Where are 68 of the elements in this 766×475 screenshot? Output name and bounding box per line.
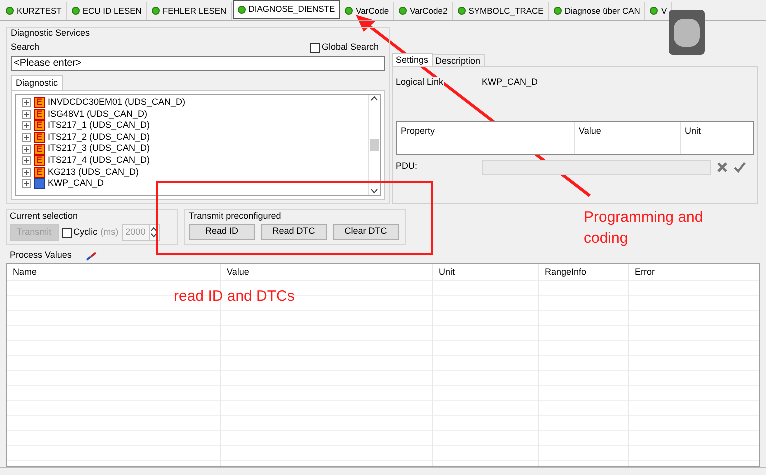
expand-icon[interactable] [22, 168, 31, 177]
ecu-badge: E [34, 108, 45, 120]
list-item[interactable]: ITS217_1 (UDS_CAN_D) [48, 119, 150, 133]
close-icon[interactable] [717, 162, 728, 172]
tab[interactable]: Diagnose über CAN [550, 2, 646, 20]
column-header: Value [227, 267, 250, 277]
tab[interactable]: SYMBOLC_TRACE [454, 2, 549, 20]
pdu-field[interactable] [482, 160, 711, 174]
tab[interactable]: ECU ID LESEN [68, 2, 147, 20]
ecu-badge: E [34, 144, 45, 155]
ecu-badge: E [34, 120, 45, 132]
expand-icon[interactable] [22, 133, 31, 142]
list-item[interactable]: ITS217_3 (UDS_CAN_D) [48, 142, 150, 156]
global-search-checkbox[interactable]: Global Search [310, 41, 385, 55]
scroll-up-icon[interactable] [371, 96, 378, 101]
ecu-badge: E [34, 166, 45, 178]
column-header: Name [13, 267, 38, 277]
list-item[interactable]: ISG48V1 (UDS_CAN_D) [48, 108, 148, 122]
column-header: Unit [685, 126, 702, 136]
expand-icon[interactable] [22, 179, 31, 188]
section-title: Process Values [10, 249, 72, 262]
annotation-text: Programming and coding [584, 208, 704, 249]
ecu-badge: E [34, 97, 45, 108]
group-title: Transmit preconfigured [189, 210, 282, 222]
list-item[interactable]: INVDCDC30EM01 (UDS_CAN_D) [48, 96, 186, 110]
list-item[interactable]: KWP_CAN_D [48, 177, 104, 191]
check-icon[interactable] [734, 162, 746, 172]
tab[interactable]: FEHLER LESEN [148, 2, 232, 20]
list-tab[interactable]: Diagnostic [11, 75, 64, 90]
detail-tab[interactable]: Description [432, 54, 485, 66]
column-header: Error [635, 267, 655, 277]
scroll-down-icon[interactable] [371, 189, 378, 194]
field-label: PDU: [396, 160, 419, 174]
tab[interactable]: VarCode2 [395, 2, 453, 20]
cyclic-checkbox[interactable]: Cyclic [62, 226, 98, 240]
ecu-badge: E [34, 155, 45, 166]
unit-label: (ms) [100, 226, 119, 239]
expand-icon[interactable] [22, 156, 31, 166]
column-header: RangeInfo [545, 267, 587, 277]
annotation-text: read ID and DTCs [174, 287, 295, 307]
preconfigured-button[interactable]: Read DTC [261, 224, 327, 240]
spin-arrows-icon[interactable] [151, 227, 158, 238]
expand-icon[interactable] [22, 110, 31, 119]
link-icon [34, 178, 45, 190]
group-title: Current selection [10, 210, 80, 222]
group-title: Diagnostic Services [11, 27, 92, 40]
search-label: Search [11, 41, 40, 54]
expand-icon[interactable] [22, 121, 31, 130]
scroll-thumb[interactable] [370, 139, 379, 151]
list-item[interactable]: KG213 (UDS_CAN_D) [48, 166, 140, 180]
expand-icon[interactable] [22, 144, 31, 154]
field-value: KWP_CAN_D [482, 76, 538, 88]
preconfigured-button[interactable]: Clear DTC [333, 224, 399, 240]
detail-tab[interactable]: Settings [392, 53, 433, 66]
column-header: Property [401, 126, 436, 136]
tab[interactable]: VarCode [341, 2, 394, 20]
tab[interactable]: DIAGNOSE_DIENSTE [232, 0, 340, 19]
list-item[interactable]: ITS217_4 (UDS_CAN_D) [48, 154, 150, 168]
preconfigured-button[interactable]: Read ID [189, 224, 255, 240]
field-label: Logical Link [396, 77, 444, 87]
tab[interactable]: KURZTEST [2, 2, 67, 20]
plug-icon[interactable] [86, 252, 97, 260]
list-item[interactable]: ITS217_2 (UDS_CAN_D) [48, 130, 150, 144]
column-header: Unit [439, 267, 456, 277]
column-header: Value [579, 126, 602, 136]
search-field[interactable]: <Please enter> [11, 56, 385, 71]
expand-icon[interactable] [22, 98, 31, 108]
ecu-badge: E [34, 132, 45, 144]
